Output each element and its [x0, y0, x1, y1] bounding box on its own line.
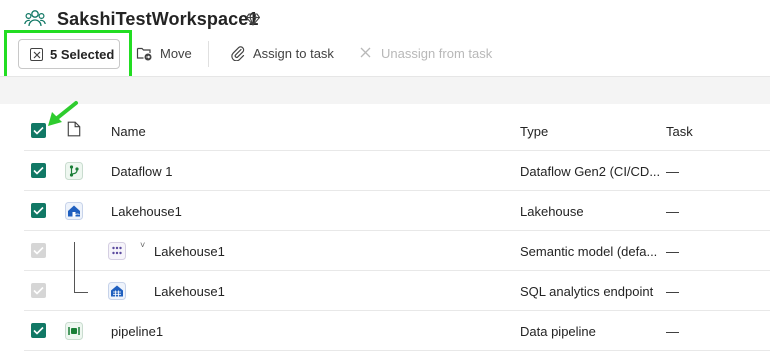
- close-icon: [360, 47, 371, 58]
- column-header-task[interactable]: Task: [666, 124, 693, 139]
- item-type: Lakehouse: [520, 204, 584, 219]
- table-row[interactable]: Lakehouse1 Semantic model (defa... —: [24, 231, 770, 271]
- item-type: SQL analytics endpoint: [520, 284, 654, 299]
- row-checkbox[interactable]: [31, 163, 46, 178]
- unassign-from-task-label: Unassign from task: [381, 46, 493, 61]
- item-task: —: [666, 284, 679, 299]
- diamond-icon: [246, 13, 260, 26]
- annotation-arrow-icon: [48, 101, 78, 126]
- column-header-name[interactable]: Name: [111, 124, 146, 139]
- item-name[interactable]: Dataflow 1: [111, 164, 172, 179]
- item-task: —: [666, 204, 679, 219]
- expand-caret-icon: ˅: [140, 240, 146, 250]
- table-row[interactable]: Lakehouse1 SQL analytics endpoint —: [24, 271, 770, 311]
- lakehouse-icon: [65, 202, 83, 220]
- row-checkbox[interactable]: [31, 203, 46, 218]
- item-name[interactable]: Lakehouse1: [111, 204, 182, 219]
- item-type: Data pipeline: [520, 324, 596, 339]
- item-type: Semantic model (defa...: [520, 244, 658, 259]
- dataflow-icon: [65, 162, 83, 180]
- pipeline-icon: [65, 322, 83, 340]
- folder-move-icon: [136, 47, 152, 61]
- table-header-row: Name Type Task: [24, 111, 770, 151]
- sql-endpoint-icon: [108, 282, 126, 300]
- people-group-icon: [24, 10, 46, 27]
- table-row[interactable]: Lakehouse1 Lakehouse —: [24, 191, 770, 231]
- filter-bar: [0, 76, 770, 104]
- row-checkbox[interactable]: [31, 283, 46, 298]
- item-name[interactable]: Lakehouse1: [154, 284, 225, 299]
- row-checkbox[interactable]: [31, 323, 46, 338]
- semantic-model-icon: [108, 242, 126, 260]
- workspace-title: SakshiTestWorkspace1: [57, 9, 259, 29]
- column-header-type[interactable]: Type: [520, 124, 548, 139]
- move-label: Move: [160, 46, 192, 61]
- row-checkbox[interactable]: [31, 243, 46, 258]
- tree-connector-vertical: [74, 242, 75, 292]
- toolbar-divider: [208, 41, 209, 67]
- item-name[interactable]: Lakehouse1: [154, 244, 225, 259]
- item-task: —: [666, 244, 679, 259]
- item-type: Dataflow Gen2 (CI/CD...: [520, 164, 661, 179]
- table-row[interactable]: Dataflow 1 Dataflow Gen2 (CI/CD... —: [24, 151, 770, 191]
- item-task: —: [666, 164, 679, 179]
- item-task: —: [666, 324, 679, 339]
- tree-connector-horizontal: [74, 292, 88, 293]
- assign-to-task-label: Assign to task: [253, 46, 334, 61]
- item-name[interactable]: pipeline1: [111, 324, 163, 339]
- table-row[interactable]: pipeline1 Data pipeline —: [24, 311, 770, 351]
- attach-icon: [231, 46, 245, 61]
